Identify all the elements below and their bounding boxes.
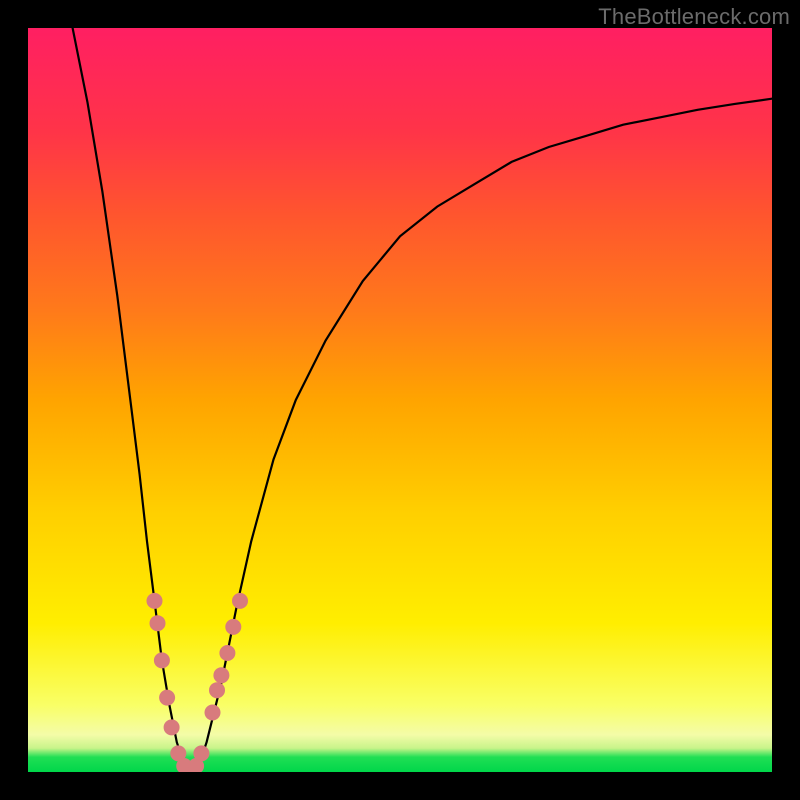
highlighted-point (147, 593, 163, 609)
highlighted-point (193, 745, 209, 761)
highlighted-point (154, 652, 170, 668)
highlighted-point (209, 682, 225, 698)
highlighted-points-group (147, 593, 249, 772)
plot-area (28, 28, 772, 772)
highlighted-point (150, 615, 166, 631)
highlighted-point (213, 667, 229, 683)
highlighted-point (225, 619, 241, 635)
bottleneck-curve-svg (28, 28, 772, 772)
highlighted-point (219, 645, 235, 661)
watermark-text: TheBottleneck.com (598, 4, 790, 30)
highlighted-point (205, 705, 221, 721)
highlighted-point (232, 593, 248, 609)
bottleneck-curve (73, 28, 772, 772)
highlighted-point (164, 719, 180, 735)
chart-frame: TheBottleneck.com (0, 0, 800, 800)
highlighted-point (159, 690, 175, 706)
